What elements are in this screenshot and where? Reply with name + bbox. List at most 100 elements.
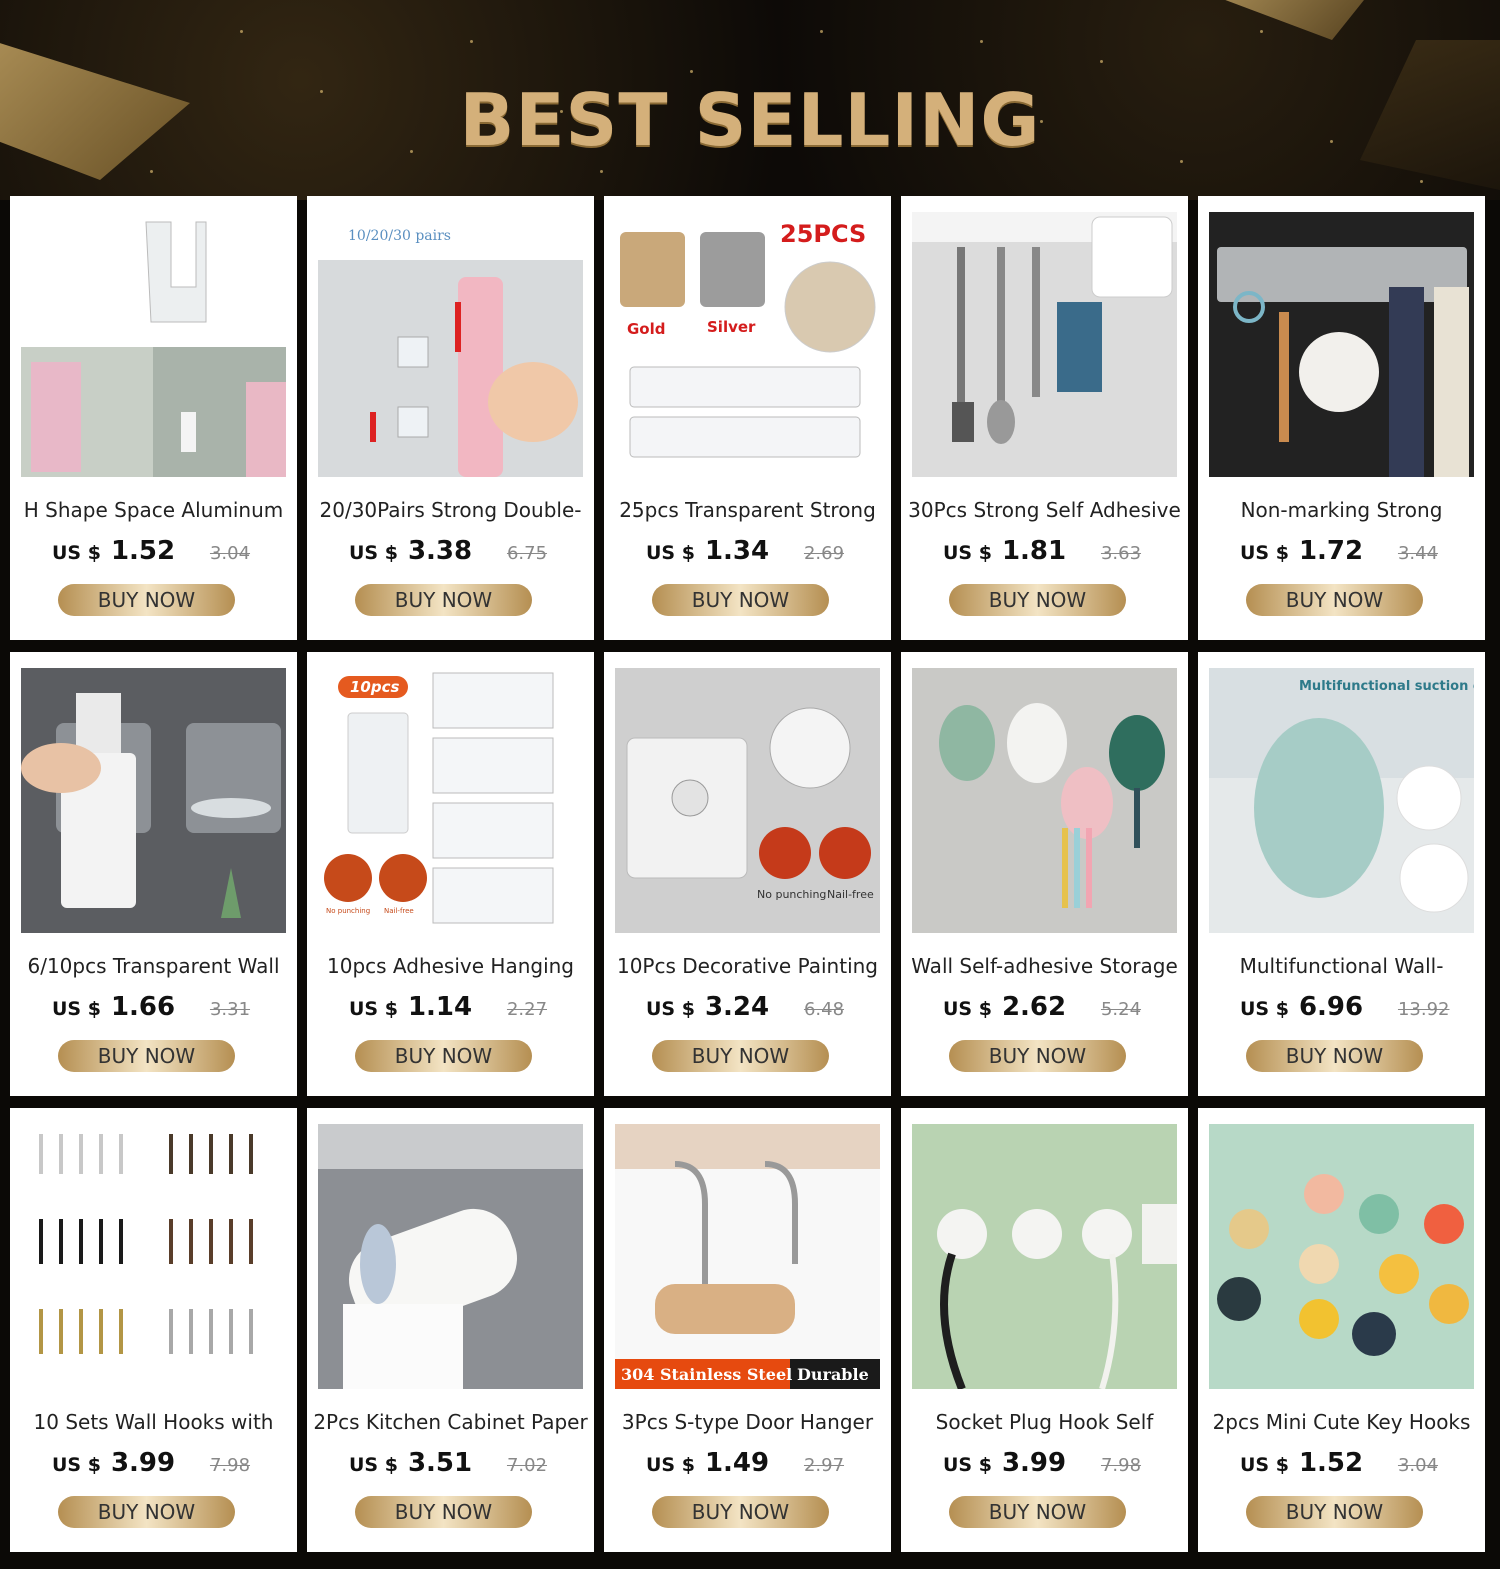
image-label-nail-free: Nail-free (384, 907, 414, 915)
product-card[interactable]: 10 Sets Wall Hooks with US $ 3.99 7.98 B… (10, 1108, 297, 1552)
product-name[interactable]: 30Pcs Strong Self Adhesive (907, 498, 1182, 522)
wall-hooks-set-image[interactable] (21, 1124, 286, 1389)
product-name[interactable]: 2Pcs Kitchen Cabinet Paper (313, 1410, 588, 1434)
price-row: US $ 3.51 7.02 (349, 1448, 589, 1482)
product-name[interactable]: Socket Plug Hook Self (907, 1410, 1182, 1434)
product-name[interactable]: 10Pcs Decorative Painting (610, 954, 885, 978)
product-card[interactable]: 10pcs No punching Nail-free 10pcs Adhesi… (307, 652, 594, 1096)
hook-rail-image[interactable] (1209, 212, 1474, 477)
price-row: US $ 1.52 3.04 (1240, 1448, 1480, 1482)
currency-label: US $ (52, 542, 101, 564)
product-name[interactable]: 2pcs Mini Cute Key Hooks (1204, 1410, 1479, 1434)
adhesive-hooks-25pcs-image[interactable]: 25PCS Gold Silver (615, 212, 880, 477)
original-price: 3.04 (209, 543, 251, 564)
sale-price: 2.62 (1001, 992, 1067, 1022)
buy-now-button[interactable]: BUY NOW (949, 1040, 1126, 1072)
original-price: 5.24 (1100, 999, 1142, 1020)
h-hook-image[interactable] (21, 212, 286, 477)
product-card[interactable]: Wall Self-adhesive Storage US $ 2.62 5.2… (901, 652, 1188, 1096)
buy-now-button[interactable]: BUY NOW (652, 1496, 829, 1528)
image-badge-text: 25PCS (780, 220, 866, 248)
buy-now-button[interactable]: BUY NOW (1246, 1040, 1423, 1072)
astronaut-plug-hook-image[interactable] (912, 1124, 1177, 1389)
product-name[interactable]: 25pcs Transparent Strong (610, 498, 885, 522)
sale-price: 1.72 (1298, 536, 1364, 566)
product-card[interactable]: 304 Stainless Steel Durable 3Pcs S-type … (604, 1108, 891, 1552)
currency-label: US $ (1240, 998, 1289, 1020)
product-name[interactable]: 10pcs Adhesive Hanging (313, 954, 588, 978)
sale-price: 3.51 (407, 1448, 473, 1478)
price-row: US $ 3.38 6.75 (349, 536, 589, 570)
currency-label: US $ (646, 1454, 695, 1476)
product-card[interactable]: Non-marking Strong US $ 1.72 3.44 BUY NO… (1198, 196, 1485, 640)
cute-key-hooks-image[interactable] (1209, 1124, 1474, 1389)
header-banner: BEST SELLING (0, 0, 1500, 200)
currency-label: US $ (646, 998, 695, 1020)
product-card[interactable]: 2pcs Mini Cute Key Hooks US $ 1.52 3.04 … (1198, 1108, 1485, 1552)
gold-shard-decoration (1220, 0, 1380, 40)
buy-now-button[interactable]: BUY NOW (949, 584, 1126, 616)
product-card[interactable]: 25PCS Gold Silver 25pcs Transparent Stro… (604, 196, 891, 640)
product-name[interactable]: Multifunctional Wall- (1204, 954, 1479, 978)
sale-price: 6.96 (1298, 992, 1364, 1022)
currency-label: US $ (349, 542, 398, 564)
price-row: US $ 1.52 3.04 (52, 536, 292, 570)
price-row: US $ 1.81 3.63 (943, 536, 1183, 570)
s-type-door-hanger-image[interactable]: 304 Stainless Steel Durable (615, 1124, 880, 1389)
product-name[interactable]: H Shape Space Aluminum (16, 498, 291, 522)
product-card[interactable]: No punching Nail-free 10Pcs Decorative P… (604, 652, 891, 1096)
price-row: US $ 3.24 6.48 (646, 992, 886, 1026)
price-row: US $ 1.14 2.27 (349, 992, 589, 1026)
product-name[interactable]: 3Pcs S-type Door Hanger (610, 1410, 885, 1434)
kitchen-utensil-hooks-image[interactable] (912, 212, 1177, 477)
buy-now-button[interactable]: BUY NOW (1246, 584, 1423, 616)
product-card[interactable]: Socket Plug Hook Self US $ 3.99 7.98 BUY… (901, 1108, 1188, 1552)
product-name[interactable]: Wall Self-adhesive Storage (907, 954, 1182, 978)
soap-bottle-holder-image[interactable] (21, 668, 286, 933)
painting-hook-image[interactable]: No punching Nail-free (615, 668, 880, 933)
currency-label: US $ (349, 998, 398, 1020)
product-card[interactable]: 6/10pcs Transparent Wall US $ 1.66 3.31 … (10, 652, 297, 1096)
buy-now-button[interactable]: BUY NOW (949, 1496, 1126, 1528)
price-row: US $ 3.99 7.98 (943, 1448, 1183, 1482)
buy-now-button[interactable]: BUY NOW (355, 1040, 532, 1072)
currency-label: US $ (943, 998, 992, 1020)
buy-now-button[interactable]: BUY NOW (58, 584, 235, 616)
sale-price: 1.66 (110, 992, 176, 1022)
buy-now-button[interactable]: BUY NOW (355, 1496, 532, 1528)
sale-price: 1.52 (110, 536, 176, 566)
image-caption: Multifunctional suction cup storage rack (1299, 679, 1474, 694)
buy-now-button[interactable]: BUY NOW (355, 584, 532, 616)
currency-label: US $ (1240, 542, 1289, 564)
page-title: BEST SELLING (459, 78, 1041, 162)
price-row: US $ 1.72 3.44 (1240, 536, 1480, 570)
buy-now-button[interactable]: BUY NOW (58, 1040, 235, 1072)
product-name[interactable]: Non-marking Strong (1204, 498, 1479, 522)
product-card[interactable]: H Shape Space Aluminum US $ 1.52 3.04 BU… (10, 196, 297, 640)
adhesive-hanging-hooks-image[interactable]: 10pcs No punching Nail-free (318, 668, 583, 933)
product-name[interactable]: 20/30Pairs Strong Double- (313, 498, 588, 522)
sale-price: 1.81 (1001, 536, 1067, 566)
product-name[interactable]: 10 Sets Wall Hooks with (16, 1410, 291, 1434)
original-price: 2.27 (506, 999, 548, 1020)
cactus-toothbrush-holder-image[interactable] (912, 668, 1177, 933)
original-price: 3.44 (1397, 543, 1439, 564)
product-name[interactable]: 6/10pcs Transparent Wall (16, 954, 291, 978)
product-card[interactable]: 30Pcs Strong Self Adhesive US $ 1.81 3.6… (901, 196, 1188, 640)
product-card[interactable]: 10/20/30 pairs 20/30Pairs Strong Double-… (307, 196, 594, 640)
original-price: 3.63 (1100, 543, 1142, 564)
sale-price: 3.24 (704, 992, 770, 1022)
paper-towel-holder-image[interactable] (318, 1124, 583, 1389)
cactus-suction-cup-rack-image[interactable]: Multifunctional suction cup storage rack (1209, 668, 1474, 933)
buy-now-button[interactable]: BUY NOW (58, 1496, 235, 1528)
buy-now-button[interactable]: BUY NOW (652, 584, 829, 616)
buy-now-button[interactable]: BUY NOW (1246, 1496, 1423, 1528)
product-card[interactable]: 2Pcs Kitchen Cabinet Paper US $ 3.51 7.0… (307, 1108, 594, 1552)
sale-price: 1.52 (1298, 1448, 1364, 1478)
buy-now-button[interactable]: BUY NOW (652, 1040, 829, 1072)
price-row: US $ 3.99 7.98 (52, 1448, 292, 1482)
original-price: 7.02 (506, 1455, 548, 1476)
original-price: 6.48 (803, 999, 845, 1020)
product-card[interactable]: Multifunctional suction cup storage rack… (1198, 652, 1485, 1096)
power-strip-holder-image[interactable]: 10/20/30 pairs (318, 212, 583, 477)
